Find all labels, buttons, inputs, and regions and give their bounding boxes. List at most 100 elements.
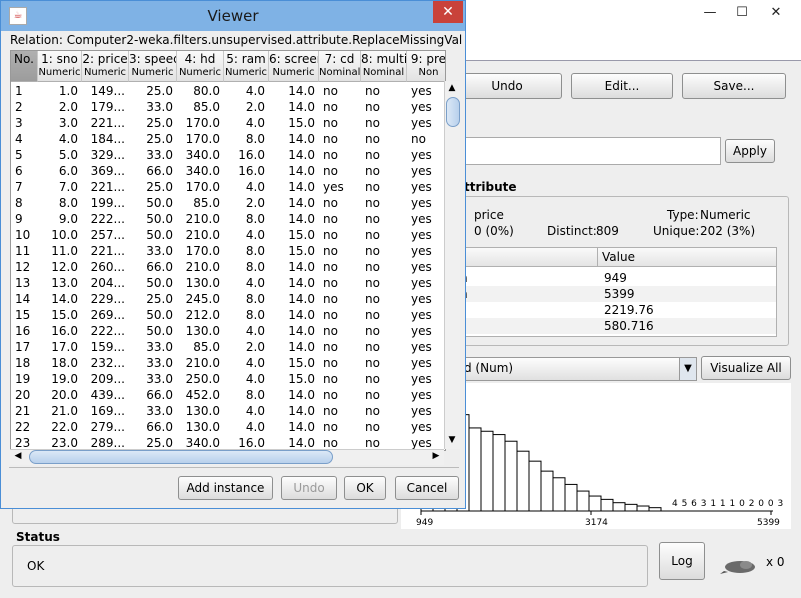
cell-row-number[interactable]: 5 (15, 147, 34, 163)
cell-cd[interactable]: no (323, 243, 357, 259)
cell-multi[interactable]: no (365, 195, 403, 211)
cell-speed[interactable]: 33.0 (133, 339, 173, 355)
cell-multi[interactable]: no (365, 211, 403, 227)
scroll-right-icon[interactable]: ▶ (430, 451, 442, 463)
cell-hd[interactable]: 170.0 (181, 131, 220, 147)
cell-sno[interactable]: 7.0 (42, 179, 78, 195)
cell-price[interactable]: 269... (86, 307, 125, 323)
cell-screen[interactable]: 15.0 (273, 355, 315, 371)
minimize-button[interactable]: — (693, 0, 727, 26)
column-header-premium[interactable]: 9: pre Non (407, 51, 445, 82)
cell-speed[interactable]: 66.0 (133, 259, 173, 275)
cell-speed[interactable]: 66.0 (133, 163, 173, 179)
cell-cd[interactable]: yes (323, 179, 357, 195)
cell-ram[interactable]: 2.0 (228, 195, 265, 211)
cell-multi[interactable]: no (365, 307, 403, 323)
cell-price[interactable]: 221... (86, 179, 125, 195)
cell-screen[interactable]: 14.0 (273, 307, 315, 323)
table-row[interactable]: 12 12.0 260... 66.0 210.0 8.0 14.0 no no yes (11, 259, 445, 275)
table-row[interactable]: 5 5.0 329... 33.0 340.0 16.0 14.0 no no yes (11, 147, 445, 163)
cell-screen[interactable]: 14.0 (273, 387, 315, 403)
cell-row-number[interactable]: 1 (15, 83, 34, 99)
apply-button[interactable]: Apply (725, 139, 775, 163)
cell-speed[interactable]: 50.0 (133, 211, 173, 227)
cell-row-number[interactable]: 22 (15, 419, 34, 435)
cell-screen[interactable]: 14.0 (273, 259, 315, 275)
cell-ram[interactable]: 16.0 (228, 147, 265, 163)
cell-premium[interactable]: yes (411, 147, 445, 163)
cell-screen[interactable]: 14.0 (273, 323, 315, 339)
log-button[interactable]: Log (659, 542, 705, 580)
cell-premium[interactable]: yes (411, 403, 445, 419)
cell-price[interactable]: 221... (86, 243, 125, 259)
cell-hd[interactable]: 340.0 (181, 147, 220, 163)
cell-speed[interactable]: 50.0 (133, 195, 173, 211)
table-row[interactable]: 21 21.0 169... 33.0 130.0 4.0 14.0 no no yes (11, 403, 445, 419)
cell-premium[interactable]: yes (411, 211, 445, 227)
cell-multi[interactable]: no (365, 371, 403, 387)
cell-sno[interactable]: 17.0 (42, 339, 78, 355)
cell-sno[interactable]: 2.0 (42, 99, 78, 115)
cell-speed[interactable]: 33.0 (133, 147, 173, 163)
cell-sno[interactable]: 6.0 (42, 163, 78, 179)
cell-cd[interactable]: no (323, 163, 357, 179)
weka-bird-icon[interactable] (718, 557, 758, 575)
table-row[interactable]: 11 11.0 221... 33.0 170.0 8.0 15.0 no no yes (11, 243, 445, 259)
cell-price[interactable]: 159... (86, 339, 125, 355)
cell-row-number[interactable]: 7 (15, 179, 34, 195)
cell-multi[interactable]: no (365, 259, 403, 275)
cell-screen[interactable]: 14.0 (273, 275, 315, 291)
undo-button[interactable]: Undo (452, 73, 562, 99)
table-row[interactable]: 7 7.0 221... 25.0 170.0 4.0 14.0 yes no yes (11, 179, 445, 195)
cell-premium[interactable]: yes (411, 115, 445, 131)
cell-price[interactable]: 260... (86, 259, 125, 275)
cell-row-number[interactable]: 9 (15, 211, 34, 227)
cell-row-number[interactable]: 14 (15, 291, 34, 307)
cell-ram[interactable]: 2.0 (228, 99, 265, 115)
cell-premium[interactable]: yes (411, 355, 445, 371)
cell-row-number[interactable]: 20 (15, 387, 34, 403)
cell-premium[interactable]: yes (411, 163, 445, 179)
cell-cd[interactable]: no (323, 147, 357, 163)
table-row[interactable]: 3 3.0 221... 25.0 170.0 4.0 15.0 no no yes (11, 115, 445, 131)
cell-sno[interactable]: 21.0 (42, 403, 78, 419)
cell-price[interactable]: 232... (86, 355, 125, 371)
cell-sno[interactable]: 8.0 (42, 195, 78, 211)
cell-speed[interactable]: 33.0 (133, 99, 173, 115)
cell-multi[interactable]: no (365, 419, 403, 435)
table-row[interactable]: 6 6.0 369... 66.0 340.0 16.0 14.0 no no yes (11, 163, 445, 179)
cell-premium[interactable]: yes (411, 99, 445, 115)
cell-ram[interactable]: 4.0 (228, 323, 265, 339)
cell-price[interactable]: 439... (86, 387, 125, 403)
cell-hd[interactable]: 210.0 (181, 355, 220, 371)
cell-cd[interactable]: no (323, 339, 357, 355)
cell-sno[interactable]: 12.0 (42, 259, 78, 275)
cell-premium[interactable]: no (411, 131, 445, 147)
cell-cd[interactable]: no (323, 291, 357, 307)
maximize-button[interactable]: ☐ (725, 0, 759, 26)
cell-speed[interactable]: 25.0 (133, 131, 173, 147)
cell-sno[interactable]: 5.0 (42, 147, 78, 163)
cell-speed[interactable]: 25.0 (133, 83, 173, 99)
cell-cd[interactable]: no (323, 195, 357, 211)
cell-screen[interactable]: 15.0 (273, 115, 315, 131)
cell-premium[interactable]: yes (411, 275, 445, 291)
cell-cd[interactable]: no (323, 115, 357, 131)
cell-screen[interactable]: 14.0 (273, 419, 315, 435)
cell-sno[interactable]: 13.0 (42, 275, 78, 291)
cell-price[interactable]: 204... (86, 275, 125, 291)
table-row[interactable]: 18 18.0 232... 33.0 210.0 4.0 15.0 no no yes (11, 355, 445, 371)
cell-row-number[interactable]: 12 (15, 259, 34, 275)
cell-speed[interactable]: 25.0 (133, 179, 173, 195)
cell-ram[interactable]: 4.0 (228, 115, 265, 131)
cell-screen[interactable]: 15.0 (273, 227, 315, 243)
cell-multi[interactable]: no (365, 387, 403, 403)
cell-multi[interactable]: no (365, 83, 403, 99)
cell-screen[interactable]: 14.0 (273, 99, 315, 115)
column-header-hd[interactable]: 4: hd Numeric (177, 51, 224, 82)
cell-premium[interactable]: yes (411, 83, 445, 99)
cell-premium[interactable]: yes (411, 307, 445, 323)
cell-price[interactable]: 279... (86, 419, 125, 435)
cell-row-number[interactable]: 6 (15, 163, 34, 179)
cell-ram[interactable]: 4.0 (228, 403, 265, 419)
